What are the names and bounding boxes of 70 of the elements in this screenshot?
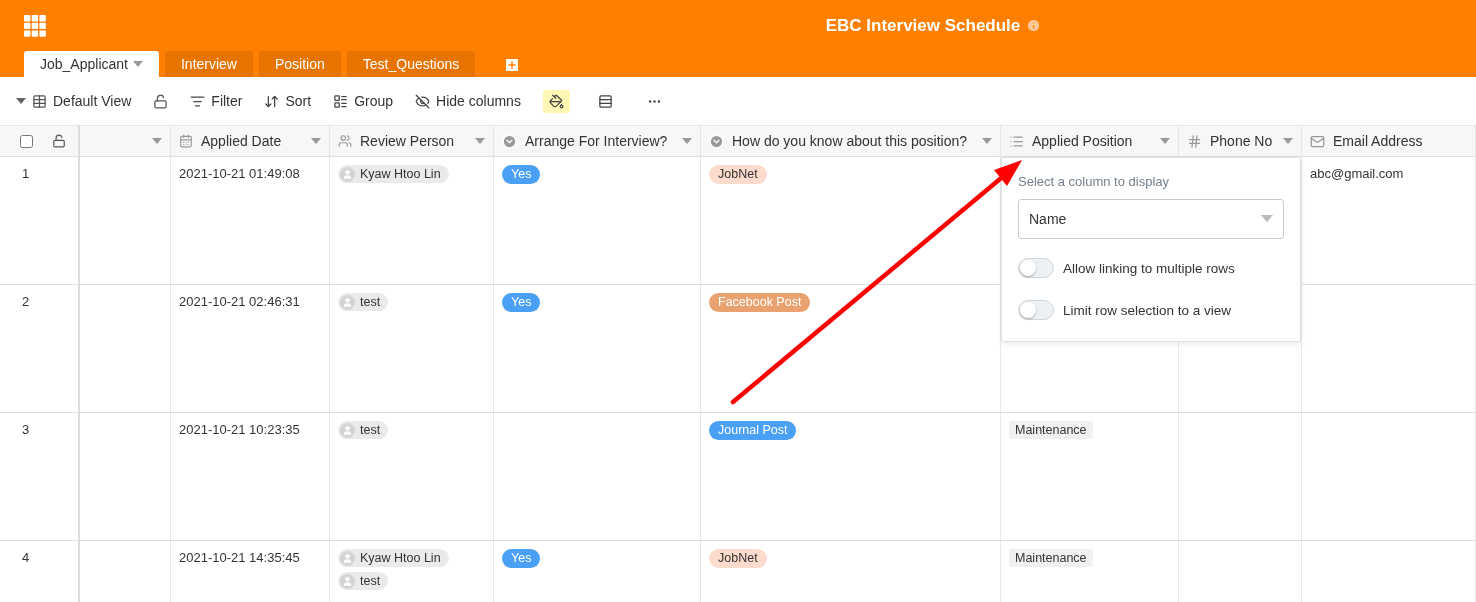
avatar-icon xyxy=(340,573,355,589)
avatar-icon xyxy=(340,294,355,310)
email-text: abc@gmail.com xyxy=(1310,165,1404,183)
reviewer-chip: test xyxy=(338,572,389,590)
reviewer-chip: test xyxy=(338,421,389,439)
column-menu-caret-icon xyxy=(311,138,321,144)
date-text: 2021-10-21 14:35:45 xyxy=(179,549,300,567)
column-select[interactable]: Name xyxy=(1018,199,1284,239)
filter-button[interactable]: Filter xyxy=(190,93,243,109)
reviewer-chip: Kyaw Htoo Lin xyxy=(338,549,449,567)
reviewer-chip: test xyxy=(338,293,389,311)
column-menu-caret-icon xyxy=(475,138,485,144)
calendar-icon xyxy=(179,134,193,148)
row-height-icon[interactable] xyxy=(597,93,613,109)
tab-caret-icon xyxy=(132,61,143,67)
dropdown-circle-icon xyxy=(709,133,724,149)
option-tag: JobNet xyxy=(709,549,767,568)
option-tag: JobNet xyxy=(709,165,767,184)
group-icon xyxy=(333,93,349,109)
row-number: 2 xyxy=(22,293,30,311)
view-selector[interactable]: Default View xyxy=(16,93,132,109)
mail-icon xyxy=(1310,133,1325,149)
toggle-switch[interactable] xyxy=(1018,300,1054,320)
column-menu-caret-icon xyxy=(982,138,992,144)
row-number: 4 xyxy=(22,549,30,567)
select-caret-icon xyxy=(1261,215,1273,223)
column-menu-caret-icon xyxy=(1160,138,1170,144)
avatar-icon xyxy=(340,166,355,182)
column-menu-caret-icon xyxy=(1283,138,1293,144)
paint-bucket-icon[interactable] xyxy=(548,93,564,109)
toggle-label: Allow linking to multiple rows xyxy=(1063,260,1235,276)
sort-icon xyxy=(264,93,280,109)
eye-off-icon xyxy=(415,93,431,109)
column-menu-caret-icon xyxy=(152,138,162,144)
row-number: 3 xyxy=(22,421,30,439)
table-tab[interactable]: Job_Applicant xyxy=(24,51,159,77)
option-tag: Yes xyxy=(502,293,541,312)
hide-button[interactable]: Hide columns xyxy=(415,93,521,109)
date-text: 2021-10-21 01:49:08 xyxy=(179,165,300,183)
column-menu-caret-icon xyxy=(682,138,692,144)
table-icon xyxy=(32,93,47,109)
group-button[interactable]: Group xyxy=(333,93,394,109)
apps-grid-icon[interactable] xyxy=(24,14,46,37)
option-tag: Journal Post xyxy=(709,421,797,440)
popover-label: Select a column to display xyxy=(1018,174,1171,189)
reviewer-chip: Kyaw Htoo Lin xyxy=(338,165,449,183)
avatar-icon xyxy=(340,422,355,438)
row-number: 1 xyxy=(22,165,30,183)
color-tool[interactable] xyxy=(542,89,570,113)
people-icon xyxy=(338,134,352,148)
select-all-checkbox[interactable] xyxy=(20,134,33,148)
toggle-switch[interactable] xyxy=(1018,258,1054,278)
list-icon xyxy=(1009,133,1024,149)
hash-icon xyxy=(1187,133,1202,149)
filter-icon xyxy=(190,93,206,109)
linked-record-tag: Maintenance xyxy=(1009,421,1093,439)
avatar-icon xyxy=(340,550,355,566)
date-text: 2021-10-21 02:46:31 xyxy=(179,293,300,311)
view-caret-icon xyxy=(16,98,26,104)
base-title: EBC Interview Schedule xyxy=(825,15,1021,36)
toggle-label: Limit row selection to a view xyxy=(1063,302,1232,318)
lock-icon[interactable] xyxy=(52,134,66,148)
linked-record-tag: Maintenance xyxy=(1009,549,1093,567)
option-tag: Yes xyxy=(502,549,541,568)
date-text: 2021-10-21 10:23:35 xyxy=(179,421,300,439)
sort-button[interactable]: Sort xyxy=(264,93,312,109)
lock-icon[interactable] xyxy=(153,93,169,109)
option-tag: Yes xyxy=(502,165,541,184)
dropdown-circle-icon xyxy=(502,133,517,149)
option-tag: Facebook Post xyxy=(709,293,811,312)
